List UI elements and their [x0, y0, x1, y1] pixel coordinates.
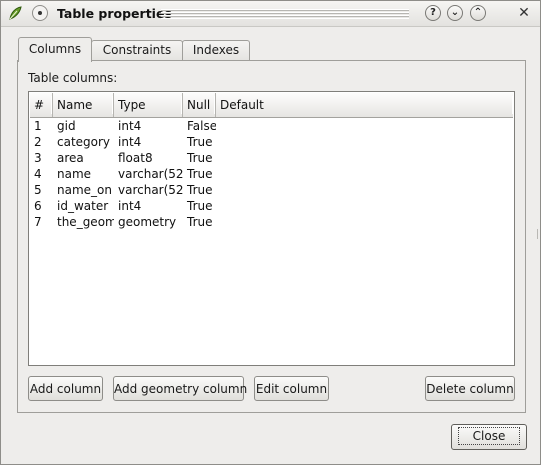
- table-row[interactable]: 3 area float8 True: [30, 150, 513, 166]
- table-row[interactable]: 7 the_geom geometry True: [30, 214, 513, 230]
- title-bar[interactable]: Table properties ? ⌄ ⌃ ✕: [1, 1, 540, 27]
- cell-index: 4: [34, 167, 42, 181]
- header-index[interactable]: #: [30, 93, 53, 117]
- cell-type: geometry: [118, 215, 177, 229]
- cell-index: 7: [34, 215, 42, 229]
- cell-index: 1: [34, 119, 42, 133]
- window-title: Table properties: [57, 6, 172, 21]
- close-icon[interactable]: ✕: [516, 5, 532, 21]
- cell-default: [216, 182, 513, 198]
- cell-default: [216, 166, 513, 182]
- cell-null: True: [187, 167, 213, 181]
- minimize-icon[interactable]: ⌄: [447, 5, 463, 21]
- header-default[interactable]: Default: [216, 93, 513, 117]
- cell-null: True: [187, 135, 213, 149]
- cell-name: name_on: [57, 183, 112, 197]
- cell-name: the_geom: [57, 215, 114, 229]
- table-row[interactable]: 4 name varchar(52) True: [30, 166, 513, 182]
- cell-type: varchar(52): [118, 183, 183, 197]
- add-column-button[interactable]: Add column: [28, 376, 103, 401]
- cell-type: int4: [118, 135, 142, 149]
- cell-name: gid: [57, 119, 76, 133]
- cell-type: varchar(52): [118, 167, 183, 181]
- edit-column-button[interactable]: Edit column: [254, 376, 329, 401]
- cell-type: int4: [118, 199, 142, 213]
- help-icon[interactable]: ?: [425, 5, 441, 21]
- cell-type: int4: [118, 119, 142, 133]
- delete-column-button[interactable]: Delete column: [425, 376, 515, 401]
- table-columns-label: Table columns:: [28, 71, 118, 85]
- cell-default: [216, 198, 513, 214]
- cell-type: float8: [118, 151, 153, 165]
- table-row[interactable]: 2 category int4 True: [30, 134, 513, 150]
- window-menu-icon[interactable]: [32, 5, 48, 21]
- cell-default: [216, 118, 513, 134]
- close-button[interactable]: Close: [451, 424, 527, 450]
- columns-table[interactable]: # Name Type Null Default 1 gid int4 Fals…: [28, 91, 515, 366]
- tab-columns[interactable]: Columns: [18, 37, 92, 62]
- header-name[interactable]: Name: [53, 93, 114, 117]
- cell-default: [216, 214, 513, 230]
- app-icon: [9, 6, 22, 20]
- cell-default: [216, 134, 513, 150]
- resize-grip[interactable]: [537, 229, 541, 239]
- header-null[interactable]: Null: [183, 93, 216, 117]
- cell-index: 6: [34, 199, 42, 213]
- cell-name: area: [57, 151, 84, 165]
- table-row[interactable]: 1 gid int4 False: [30, 118, 513, 134]
- cell-null: True: [187, 151, 213, 165]
- maximize-icon[interactable]: ⌃: [470, 5, 486, 21]
- cell-default: [216, 150, 513, 166]
- cell-index: 2: [34, 135, 42, 149]
- cell-index: 3: [34, 151, 42, 165]
- title-bar-grip: [161, 9, 409, 19]
- cell-null: True: [187, 199, 213, 213]
- table-header: # Name Type Null Default: [30, 93, 513, 118]
- table-properties-window: Table properties ? ⌄ ⌃ ✕ Columns Constra…: [0, 0, 541, 465]
- header-type[interactable]: Type: [114, 93, 183, 117]
- cell-null: False: [187, 119, 216, 133]
- cell-index: 5: [34, 183, 42, 197]
- table-row[interactable]: 6 id_water int4 True: [30, 198, 513, 214]
- cell-null: True: [187, 183, 213, 197]
- tab-indexes[interactable]: Indexes: [182, 40, 250, 61]
- cell-null: True: [187, 215, 213, 229]
- close-button-label: Close: [457, 427, 521, 445]
- table-row[interactable]: 5 name_on varchar(52) True: [30, 182, 513, 198]
- add-geometry-column-button[interactable]: Add geometry column: [113, 376, 247, 401]
- cell-name: id_water: [57, 199, 109, 213]
- cell-name: name: [57, 167, 92, 181]
- tab-constraints[interactable]: Constraints: [91, 40, 183, 61]
- cell-name: category: [57, 135, 111, 149]
